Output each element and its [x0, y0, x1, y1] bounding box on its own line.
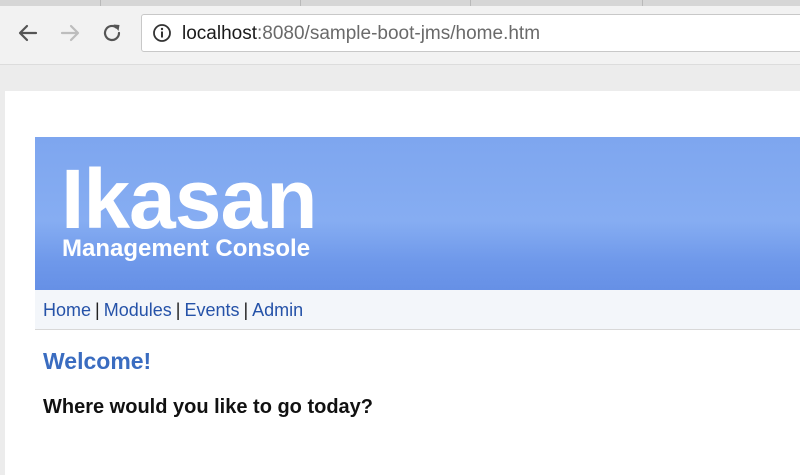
page-content: Ikasan Management Console Home | Modules | E… — [5, 91, 800, 475]
main-nav: Home | Modules | Events | Admin — [35, 290, 800, 330]
url-text: localhost:8080/sample-boot-jms/home.htm — [182, 23, 540, 45]
nav-link-admin[interactable]: Admin — [252, 300, 303, 320]
forward-arrow-icon — [59, 22, 81, 44]
nav-separator: | — [95, 300, 100, 320]
forward-button[interactable] — [55, 18, 85, 48]
browser-toolbar: localhost:8080/sample-boot-jms/home.htm — [0, 6, 800, 65]
reload-button[interactable] — [97, 18, 127, 48]
prompt-text: Where would you like to go today? — [43, 396, 374, 418]
welcome-heading: Welcome! — [43, 348, 152, 374]
address-bar[interactable]: localhost:8080/sample-boot-jms/home.htm — [141, 14, 800, 52]
back-arrow-icon — [17, 22, 39, 44]
header-banner: Ikasan Management Console — [35, 137, 800, 290]
bookmarks-bar-area — [0, 65, 800, 90]
url-path: :8080/sample-boot-jms/home.htm — [257, 23, 541, 44]
nav-link-modules[interactable]: Modules — [104, 300, 172, 320]
url-host: localhost — [182, 23, 257, 44]
reload-icon — [101, 22, 123, 44]
nav-separator: | — [243, 300, 249, 320]
nav-link-home[interactable]: Home — [43, 300, 91, 320]
brand-subtitle: Management Console — [62, 235, 311, 262]
nav-separator: | — [175, 300, 181, 320]
brand-title: Ikasan — [61, 152, 318, 246]
info-icon[interactable] — [152, 23, 172, 43]
nav-link-events[interactable]: Events — [184, 300, 239, 320]
back-button[interactable] — [13, 18, 43, 48]
